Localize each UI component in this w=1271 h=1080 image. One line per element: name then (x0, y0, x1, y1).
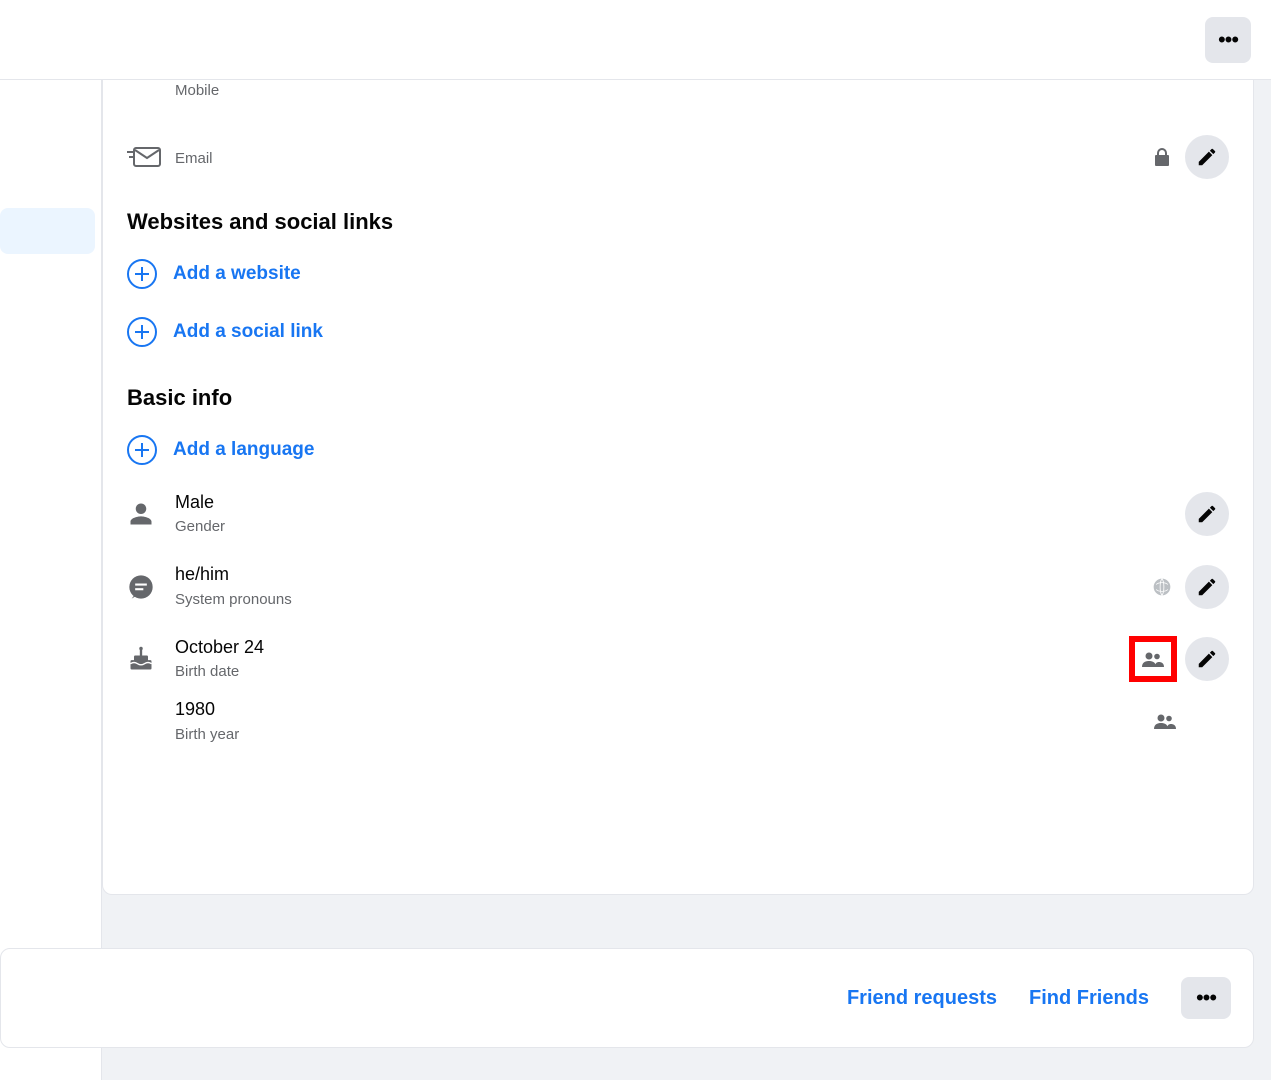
plus-icon (127, 435, 157, 465)
birth-year-value: 1980 (175, 698, 1151, 721)
email-icon (127, 146, 175, 168)
add-language-button[interactable]: Add a language (127, 421, 1229, 479)
header-more-button[interactable]: ••• (1205, 17, 1251, 63)
birth-date-label: Birth date (175, 661, 1129, 682)
plus-icon (127, 317, 157, 347)
chat-icon (127, 573, 175, 601)
gender-value: Male (175, 491, 1185, 514)
person-icon (127, 500, 175, 528)
websites-heading: Websites and social links (127, 209, 1229, 235)
birth-date-value: October 24 (175, 636, 1129, 659)
cake-icon (127, 645, 175, 673)
birth-date-edit-button[interactable] (1185, 637, 1229, 681)
mobile-label: Mobile (175, 80, 1185, 101)
page-content: Mobile Email (0, 80, 1271, 1080)
pronouns-row: he/him System pronouns (127, 557, 1229, 615)
email-label: Email (175, 148, 1151, 169)
email-row: Email (127, 129, 1229, 185)
highlight-annotation (1129, 636, 1177, 682)
gender-edit-button[interactable] (1185, 492, 1229, 536)
find-friends-link[interactable]: Find Friends (1029, 987, 1149, 1010)
pronouns-value: he/him (175, 563, 1151, 586)
pronouns-label: System pronouns (175, 589, 1151, 610)
friends-privacy-icon[interactable] (1151, 710, 1179, 732)
add-social-link-label: Add a social link (173, 321, 323, 343)
gender-row: Male Gender (127, 485, 1229, 543)
email-edit-button[interactable] (1185, 135, 1229, 179)
about-card: Mobile Email (102, 75, 1254, 895)
add-website-button[interactable]: Add a website (127, 245, 1229, 303)
pronouns-edit-button[interactable] (1185, 565, 1229, 609)
friend-requests-link[interactable]: Friend requests (847, 987, 997, 1010)
gender-label: Gender (175, 516, 1185, 537)
globe-icon[interactable] (1151, 576, 1173, 598)
add-language-label: Add a language (173, 439, 314, 461)
add-social-link-button[interactable]: Add a social link (127, 303, 1229, 361)
birth-date-row: October 24 Birth date (127, 630, 1229, 688)
friends-privacy-icon[interactable] (1139, 648, 1167, 670)
top-bar: ••• (0, 0, 1271, 80)
basic-info-heading: Basic info (127, 385, 1229, 411)
birth-year-label: Birth year (175, 724, 1151, 745)
friends-more-button[interactable]: ••• (1181, 977, 1231, 1019)
friends-card: Friend requests Find Friends ••• (0, 948, 1254, 1048)
lock-icon[interactable] (1151, 146, 1173, 168)
sidebar (0, 80, 102, 1080)
add-website-label: Add a website (173, 263, 301, 285)
sidebar-item-selected[interactable] (0, 208, 95, 254)
plus-icon (127, 259, 157, 289)
birth-year-row: 1980 Birth year (127, 692, 1229, 750)
